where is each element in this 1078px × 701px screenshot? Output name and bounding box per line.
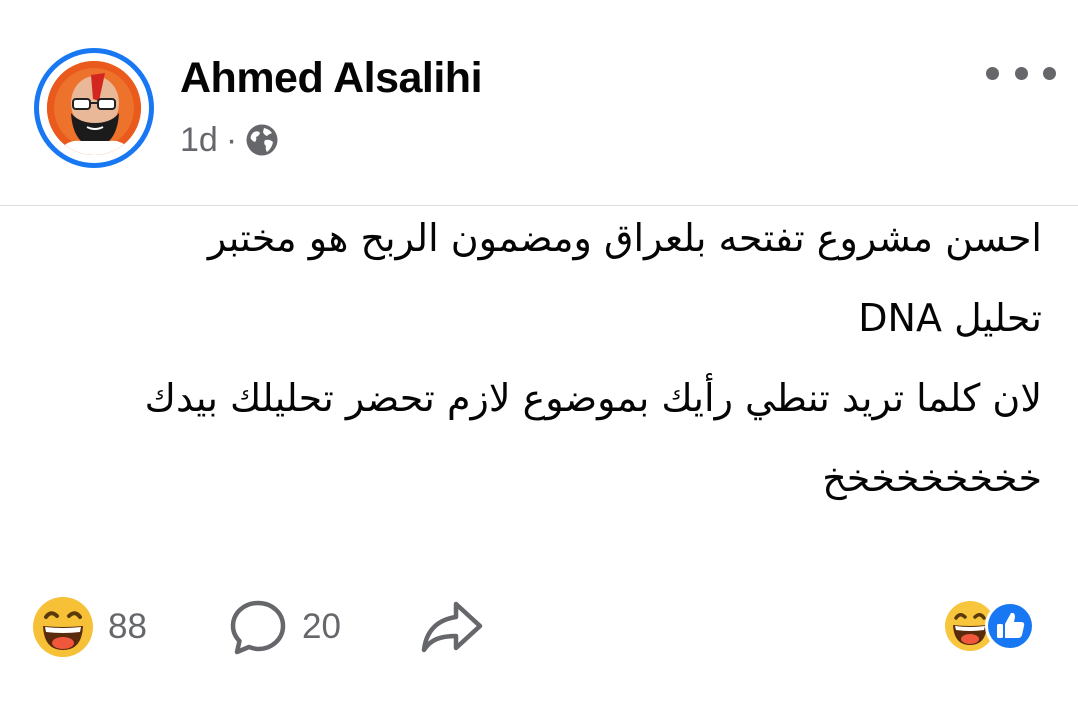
- avatar-story-ring[interactable]: [34, 48, 154, 168]
- more-dot: [1043, 66, 1056, 80]
- reaction-summary[interactable]: [944, 600, 1048, 652]
- globe-icon[interactable]: [245, 123, 279, 157]
- more-dot: [1014, 66, 1028, 80]
- author-name[interactable]: Ahmed Alsalihi: [180, 54, 483, 103]
- comment-count: 20: [302, 607, 341, 646]
- post-meta: 1d ·: [180, 118, 279, 162]
- haha-reaction-icon: [33, 597, 93, 657]
- avatar-illustration: [47, 61, 141, 155]
- avatar[interactable]: [47, 61, 141, 155]
- meta-separator: ·: [225, 120, 238, 159]
- post-text-line: خخخخخخخخخ: [822, 456, 1042, 500]
- post-timestamp[interactable]: 1d: [180, 121, 218, 160]
- more-dot: [986, 66, 999, 80]
- more-options-icon[interactable]: [986, 58, 1056, 88]
- share-button[interactable]: [420, 596, 484, 658]
- facebook-post: Ahmed Alsalihi 1d · احسن مشروع تفتحه بلع…: [0, 0, 1078, 701]
- reaction-button[interactable]: 88: [32, 596, 147, 658]
- reaction-count: 88: [108, 607, 147, 646]
- comment-icon: [230, 600, 286, 655]
- post-body: احسن مشروع تفتحه بلعراق ومضمون الربح هو …: [32, 208, 1042, 528]
- header-divider: [0, 205, 1078, 206]
- comment-button[interactable]: 20: [228, 596, 341, 658]
- post-text-line: تحليل DNA: [858, 296, 1042, 340]
- post-text-line: احسن مشروع تفتحه بلعراق ومضمون الربح هو …: [207, 216, 1042, 260]
- post-text-line: لان كلما تريد تنطي رأيك بموضوع لازم تحضر…: [144, 376, 1042, 420]
- share-icon: [421, 601, 483, 653]
- like-reaction-icon: [985, 601, 1035, 651]
